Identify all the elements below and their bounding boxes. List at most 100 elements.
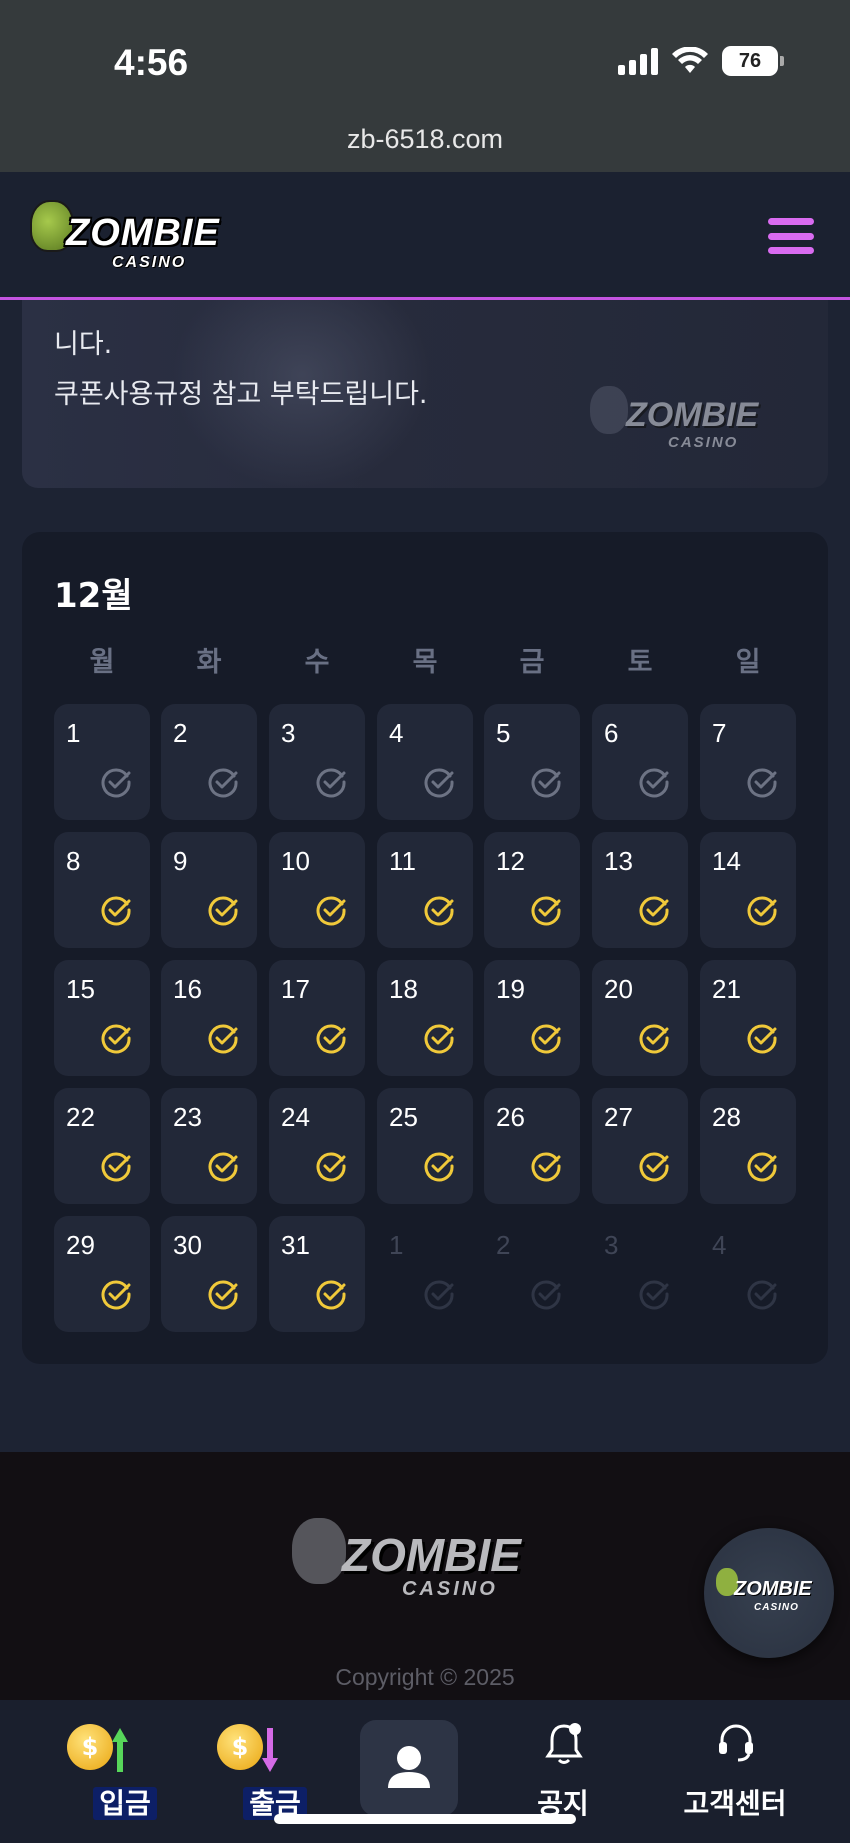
calendar-day-cell[interactable]: 12 xyxy=(484,832,580,948)
address-bar-url[interactable]: zb-6518.com xyxy=(0,124,850,155)
calendar-day-cell[interactable]: 23 xyxy=(161,1088,257,1204)
calendar-day-cell[interactable]: 21 xyxy=(700,960,796,1076)
check-circle-icon-checked xyxy=(316,1152,346,1182)
coin-icon: $ xyxy=(67,1724,113,1770)
coin-icon: $ xyxy=(217,1724,263,1770)
check-circle-icon-checked xyxy=(101,1152,131,1182)
deposit-label-text: 입금 xyxy=(93,1787,157,1820)
check-circle-icon-checked xyxy=(208,1024,238,1054)
check-circle-icon-checked xyxy=(316,896,346,926)
notice-logo-text: ZOMBIE xyxy=(626,396,759,434)
calendar-day-number: 18 xyxy=(389,974,418,1004)
nav-support[interactable]: 고객센터 xyxy=(650,1700,820,1843)
check-circle-icon-checked xyxy=(208,1280,238,1310)
headset-icon xyxy=(719,1724,753,1762)
calendar-day-number: 3 xyxy=(281,718,296,748)
check-circle-icon xyxy=(639,1280,669,1310)
check-circle-icon-checked xyxy=(747,1152,777,1182)
check-circle-icon-checked xyxy=(101,1024,131,1054)
calendar-day-number: 4 xyxy=(712,1230,727,1260)
calendar-day-cell[interactable]: 31 xyxy=(269,1216,365,1332)
bell-icon xyxy=(545,1723,583,1764)
site-logo[interactable]: ZOMBIE CASINO xyxy=(30,190,250,282)
check-circle-icon-checked xyxy=(747,1024,777,1054)
weekday-label: 수 xyxy=(304,647,330,678)
zombie-mascot-icon xyxy=(590,386,628,434)
notice-logo: ZOMBIE CASINO xyxy=(590,382,800,462)
calendar-day-cell[interactable]: 16 xyxy=(161,960,257,1076)
calendar-day-number: 31 xyxy=(281,1230,310,1260)
calendar-day-cell[interactable]: 18 xyxy=(377,960,473,1076)
user-icon xyxy=(388,1746,430,1788)
zombie-mascot-icon xyxy=(292,1518,346,1584)
calendar-day-number: 28 xyxy=(712,1102,741,1132)
calendar-day-cell[interactable]: 19 xyxy=(484,960,580,1076)
calendar-day-number: 21 xyxy=(712,974,741,1004)
calendar-day-cell[interactable]: 15 xyxy=(54,960,150,1076)
calendar-day-cell: 2 xyxy=(484,1216,580,1332)
calendar-day-cell[interactable]: 8 xyxy=(54,832,150,948)
calendar-day-number: 13 xyxy=(604,846,633,876)
calendar-day-cell[interactable]: 13 xyxy=(592,832,688,948)
weekday-label: 월 xyxy=(89,647,115,678)
calendar-day-cell[interactable]: 20 xyxy=(592,960,688,1076)
notice-logo-subtext: CASINO xyxy=(668,434,739,451)
calendar-day-cell[interactable]: 10 xyxy=(269,832,365,948)
calendar-day-cell[interactable]: 17 xyxy=(269,960,365,1076)
calendar-day-cell[interactable]: 3 xyxy=(269,704,365,820)
calendar-day-number: 14 xyxy=(712,846,741,876)
calendar-day-cell[interactable]: 11 xyxy=(377,832,473,948)
calendar-day-number: 1 xyxy=(389,1230,404,1260)
calendar-day-number: 30 xyxy=(173,1230,202,1260)
calendar-day-cell[interactable]: 29 xyxy=(54,1216,150,1332)
notice-card: 니다. 쿠폰사용규정 참고 부탁드립니다. ZOMBIE CASINO xyxy=(22,300,828,488)
check-circle-icon-checked xyxy=(424,896,454,926)
calendar-day-cell[interactable]: 9 xyxy=(161,832,257,948)
calendar-month: 12월 xyxy=(54,576,133,616)
check-circle-icon-checked xyxy=(316,1280,346,1310)
nav-profile-button[interactable] xyxy=(360,1720,458,1816)
calendar-day-number: 2 xyxy=(496,1230,511,1260)
calendar-day-number: 29 xyxy=(66,1230,95,1260)
check-circle-icon-checked xyxy=(531,1152,561,1182)
floating-chat-button[interactable]: ZOMBIE CASINO xyxy=(704,1528,834,1658)
calendar-day-cell[interactable]: 30 xyxy=(161,1216,257,1332)
weekday-label: 금 xyxy=(519,647,545,678)
calendar-day-cell[interactable]: 1 xyxy=(54,704,150,820)
calendar-day-cell[interactable]: 22 xyxy=(54,1088,150,1204)
check-circle-icon xyxy=(424,768,454,798)
home-indicator xyxy=(274,1814,576,1824)
calendar-day-cell[interactable]: 27 xyxy=(592,1088,688,1204)
calendar-day-cell[interactable]: 5 xyxy=(484,704,580,820)
hamburger-icon-bar xyxy=(768,247,814,254)
check-circle-icon-checked xyxy=(531,1024,561,1054)
calendar-day-cell[interactable]: 6 xyxy=(592,704,688,820)
calendar-day-number: 3 xyxy=(604,1230,619,1260)
calendar-grid: 1 2 3 4 5 6 7 8 9 10 11 12 13 14 15 16 17 18 19 20 21 22 23 24 2… xyxy=(54,704,796,1332)
check-circle-icon xyxy=(747,1280,777,1310)
notice-text-line: 니다. xyxy=(54,329,113,360)
calendar-day-cell[interactable]: 7 xyxy=(700,704,796,820)
nav-deposit[interactable]: $ 입금 xyxy=(50,1700,200,1843)
check-circle-icon xyxy=(747,768,777,798)
calendar-day-cell[interactable]: 26 xyxy=(484,1088,580,1204)
calendar-day-cell[interactable]: 24 xyxy=(269,1088,365,1204)
check-circle-icon-checked xyxy=(531,896,561,926)
calendar-day-number: 9 xyxy=(173,846,188,876)
check-circle-icon-checked xyxy=(639,1024,669,1054)
calendar-day-number: 7 xyxy=(712,718,727,748)
calendar-day-cell[interactable]: 28 xyxy=(700,1088,796,1204)
check-circle-icon xyxy=(531,768,561,798)
calendar-day-cell[interactable]: 25 xyxy=(377,1088,473,1204)
calendar-day-cell[interactable]: 4 xyxy=(377,704,473,820)
calendar-day-number: 17 xyxy=(281,974,310,1004)
check-circle-icon-checked xyxy=(208,1152,238,1182)
calendar-day-cell: 1 xyxy=(377,1216,473,1332)
calendar-day-number: 15 xyxy=(66,974,95,1004)
hamburger-menu-button[interactable] xyxy=(768,218,814,254)
calendar-day-cell: 3 xyxy=(592,1216,688,1332)
calendar-day-cell[interactable]: 2 xyxy=(161,704,257,820)
calendar-day-number: 25 xyxy=(389,1102,418,1132)
calendar-day-cell[interactable]: 14 xyxy=(700,832,796,948)
footer-logo: ZOMBIE CASINO xyxy=(292,1512,562,1622)
